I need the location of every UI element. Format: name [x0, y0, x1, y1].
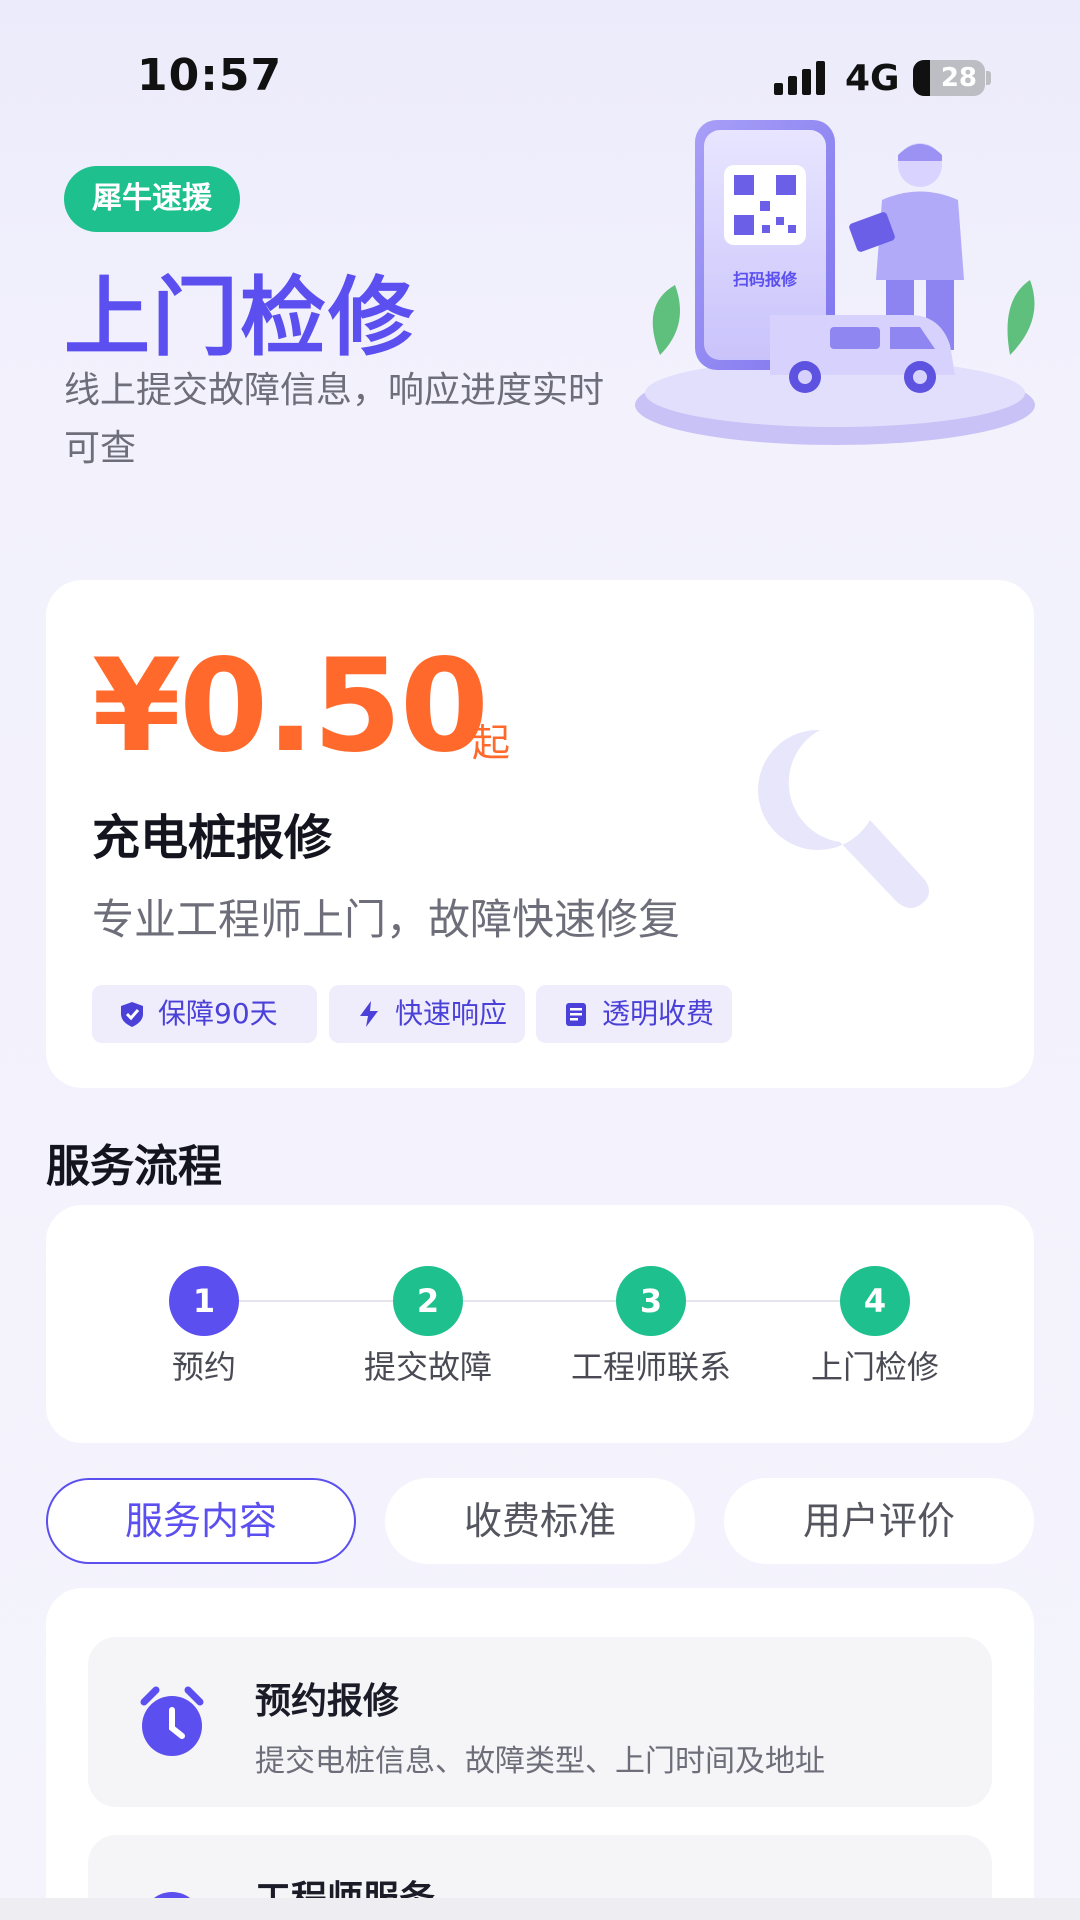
- list-item-title: 预约报修: [255, 1681, 400, 1722]
- price-value: ¥0.50: [92, 632, 489, 781]
- repair-illustration: 扫码报修: [635, 120, 1035, 445]
- tag-transparent-fee: 透明收费: [536, 985, 732, 1043]
- hero-description: 线上提交故障信息，响应进度实时可查: [64, 370, 605, 469]
- price-suffix: 起: [472, 721, 511, 765]
- step-3-label: 工程师联系: [570, 1348, 731, 1386]
- brand-badge: 犀牛速援: [64, 166, 240, 232]
- list-item-description: 提交电桩信息、故障类型、上门时间及地址: [255, 1744, 825, 1779]
- service-title: 充电桩报修: [92, 810, 333, 866]
- step-2-number: 2: [393, 1266, 463, 1336]
- tab-user-reviews[interactable]: 用户评价: [724, 1478, 1034, 1564]
- receipt-icon: [566, 1003, 586, 1026]
- tag-fast-response: 快速响应: [329, 985, 525, 1043]
- step-3-number: 3: [616, 1266, 686, 1336]
- shield-check-icon: [121, 1002, 143, 1027]
- signal-icon: [774, 61, 828, 95]
- battery-level: 28: [940, 63, 977, 93]
- step-1-label: 预约: [171, 1348, 236, 1386]
- tab-service-content[interactable]: 服务内容: [46, 1478, 356, 1564]
- lightning-icon: [360, 1001, 378, 1027]
- tag-label: 透明收费: [602, 997, 715, 1030]
- bottom-bar: [0, 1898, 1080, 1920]
- svg-text:扫码报修: 扫码报修: [733, 270, 798, 289]
- process-title: 服务流程: [46, 1141, 222, 1192]
- step-4-number: 4: [840, 1266, 910, 1336]
- tag-label: 快速响应: [395, 997, 508, 1030]
- tag-guarantee: 保障90天: [92, 985, 317, 1043]
- step-4-label: 上门检修: [810, 1348, 939, 1386]
- list-item-appointment[interactable]: [88, 1637, 992, 1807]
- tab-fee-standard[interactable]: 收费标准: [385, 1478, 695, 1564]
- illustration-caption: 扫码报修: [733, 270, 798, 289]
- tag-label: 保障90天: [158, 997, 278, 1030]
- network-label: 4G: [845, 58, 900, 99]
- status-time: 10:57: [137, 50, 283, 101]
- step-2-label: 提交故障: [363, 1348, 492, 1386]
- battery-tip: [986, 71, 991, 85]
- wrench-icon: [758, 729, 929, 909]
- step-1-number: 1: [169, 1266, 239, 1336]
- battery-icon: 28: [913, 60, 985, 96]
- process-line: [205, 1300, 875, 1302]
- page-title: 上门检修: [64, 268, 416, 368]
- service-description: 专业工程师上门，故障快速修复: [92, 895, 681, 944]
- alarm-clock-icon: [140, 1686, 204, 1756]
